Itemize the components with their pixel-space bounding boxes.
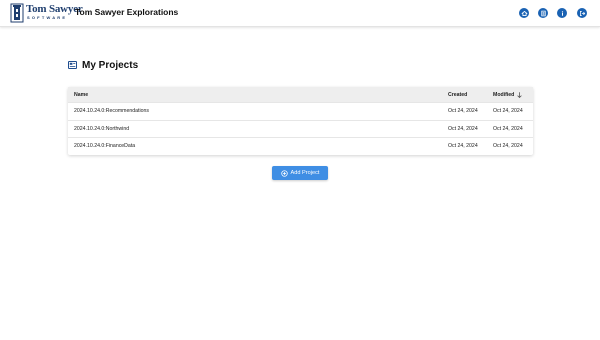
sort-descending-icon	[517, 91, 522, 98]
tower-logo-icon	[10, 3, 24, 23]
logo-text-secondary: SOFTWARE	[27, 15, 68, 20]
project-created: Oct 24, 2024	[448, 108, 478, 115]
projects-icon	[68, 61, 77, 69]
logout-button[interactable]	[577, 8, 587, 18]
table-header-row: Name Created Modified	[68, 87, 533, 103]
table-row[interactable]: 2024.10.24.0:Northwind Oct 24, 2024 Oct …	[68, 121, 533, 138]
project-name[interactable]: 2024.10.24.0:FinanceData	[74, 138, 135, 155]
column-header-modified[interactable]: Modified	[493, 87, 522, 102]
table-row[interactable]: 2024.10.24.0:Recommendations Oct 24, 202…	[68, 103, 533, 121]
project-name[interactable]: 2024.10.24.0:Northwind	[74, 121, 129, 138]
home-icon	[521, 10, 527, 16]
info-button[interactable]	[557, 8, 567, 18]
add-project-label: Add Project	[290, 170, 320, 176]
page-title: My Projects	[82, 60, 139, 71]
document-icon	[540, 10, 546, 16]
column-header-name[interactable]: Name	[74, 87, 88, 102]
add-circle-icon	[280, 169, 288, 177]
documents-button[interactable]	[538, 8, 548, 18]
projects-table: Name Created Modified 2024.10.24.0:Recom…	[68, 87, 533, 155]
project-name[interactable]: 2024.10.24.0:Recommendations	[74, 103, 149, 120]
page: Tom Sawyer SOFTWARE Tom Sawyer Explorati…	[0, 0, 600, 340]
table-row[interactable]: 2024.10.24.0:FinanceData Oct 24, 2024 Oc…	[68, 138, 533, 155]
column-header-created[interactable]: Created	[448, 87, 467, 102]
info-icon	[561, 10, 563, 16]
top-header: Tom Sawyer SOFTWARE Tom Sawyer Explorati…	[0, 0, 600, 27]
project-modified: Oct 24, 2024	[493, 143, 523, 150]
project-modified: Oct 24, 2024	[493, 108, 523, 115]
project-modified: Oct 24, 2024	[493, 125, 523, 132]
logout-icon	[579, 10, 585, 16]
home-button[interactable]	[519, 8, 529, 18]
app-title: Tom Sawyer Explorations	[75, 7, 179, 17]
project-created: Oct 24, 2024	[448, 125, 478, 132]
project-created: Oct 24, 2024	[448, 143, 478, 150]
tom-sawyer-logo[interactable]: Tom Sawyer SOFTWARE	[10, 3, 83, 23]
add-project-button[interactable]: Add Project	[272, 166, 328, 180]
